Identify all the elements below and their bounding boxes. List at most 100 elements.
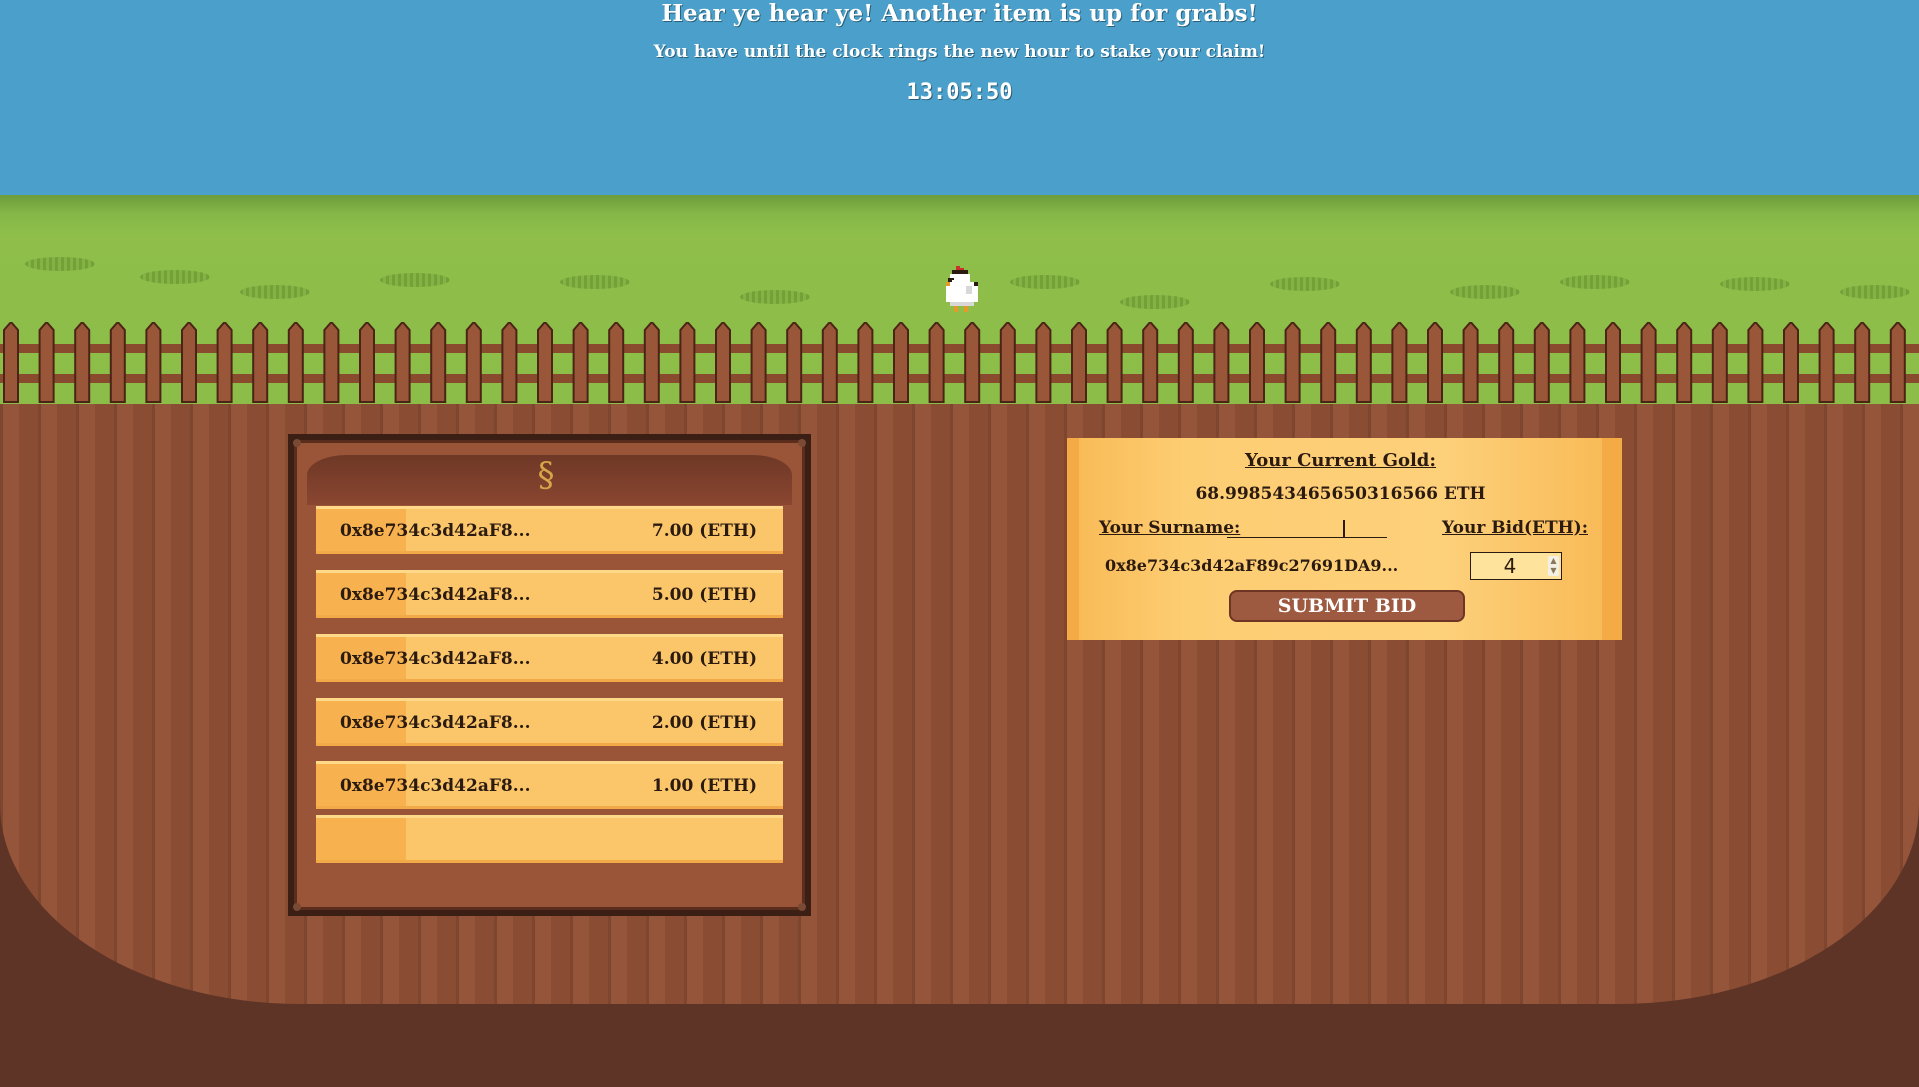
bid-amount: 1.00 (ETH) — [651, 776, 757, 796]
bolt-icon — [798, 439, 806, 447]
bid-amount: 7.00 (ETH) — [651, 521, 757, 541]
grass-tuft — [380, 273, 450, 287]
bid-row: 0x8e734c3d42aF8... 2.00 (ETH) — [316, 698, 783, 746]
fence-picket — [1249, 322, 1265, 403]
fence-picket — [750, 322, 767, 403]
fence-picket — [252, 322, 269, 403]
fence-picket — [1818, 322, 1835, 403]
bid-address: 0x8e734c3d42aF8... — [340, 713, 531, 733]
fence-picket — [3, 322, 19, 403]
bid-address: 0x8e734c3d42aF8... — [340, 585, 531, 605]
fence-picket — [1071, 322, 1087, 403]
bid-address: 0x8e734c3d42aF8... — [340, 649, 531, 669]
spinner-arrows-icon[interactable]: ▲ ▼ — [1548, 556, 1559, 576]
grass-tuft — [1270, 277, 1340, 291]
fence-picket — [465, 322, 482, 403]
current-gold-label: Your Current Gold: — [1244, 450, 1437, 471]
fence-picket — [572, 322, 589, 403]
fence-picket — [145, 322, 162, 403]
fence-picket — [1462, 322, 1479, 403]
fence-picket — [359, 322, 375, 403]
bid-row-empty — [316, 815, 783, 863]
fence-picket — [1213, 322, 1230, 403]
fence-picket — [430, 322, 447, 403]
fence-picket — [893, 322, 909, 403]
fence-picket — [1355, 322, 1372, 403]
fence-picket — [181, 322, 197, 403]
fence-picket — [1676, 322, 1693, 403]
fence-picket — [999, 322, 1016, 403]
fence-picket — [216, 322, 233, 403]
surname-value: 0x8e734c3d42aF89c27691DA9... — [1105, 556, 1399, 575]
sky-background — [0, 0, 1919, 210]
grass-tuft — [1560, 275, 1630, 289]
fence-picket — [1783, 322, 1799, 403]
auction-scene: Hear ye hear ye! Another item is up for … — [0, 0, 1919, 1087]
fence-picket — [1284, 322, 1301, 403]
bid-amount: 2.00 (ETH) — [651, 713, 757, 733]
grass-tuft — [740, 290, 810, 304]
wooden-fence — [0, 322, 1919, 403]
bid-row: 0x8e734c3d42aF8... 7.00 (ETH) — [316, 506, 783, 554]
grass-tuft — [1840, 285, 1910, 299]
fence-picket — [1391, 322, 1408, 403]
surname-field-line[interactable] — [1227, 537, 1387, 538]
fence-picket — [1035, 322, 1052, 403]
bid-address: 0x8e734c3d42aF8... — [340, 776, 531, 796]
fence-picket — [38, 322, 55, 403]
bid-leaderboard: § 0x8e734c3d42aF8... 7.00 (ETH) 0x8e734c… — [288, 434, 811, 916]
grass-tuft — [240, 285, 310, 299]
fence-picket — [1569, 322, 1586, 403]
scroll-ornament-icon: § — [537, 455, 555, 495]
grass-tuft — [560, 275, 630, 289]
fence-picket — [1889, 322, 1906, 403]
fence-picket — [537, 322, 553, 403]
text-cursor — [1343, 520, 1345, 538]
fence-picket — [287, 322, 304, 403]
chicken-icon — [946, 266, 978, 312]
bolt-icon — [293, 903, 301, 911]
fence-picket — [786, 322, 803, 403]
grass-tuft — [140, 270, 210, 284]
fence-picket — [608, 322, 625, 403]
fence-picket — [1320, 322, 1337, 403]
fence-picket — [1711, 322, 1728, 403]
grass-tuft — [1120, 295, 1190, 309]
fence-picket — [1177, 322, 1194, 403]
bid-form-scroll: Your Current Gold: 68.99854346565031656​… — [1067, 438, 1622, 640]
submit-bid-button[interactable]: SUBMIT BID — [1229, 590, 1465, 622]
grass-tuft — [1450, 285, 1520, 299]
fence-picket — [1605, 322, 1621, 403]
fence-picket — [74, 322, 91, 403]
fence-picket — [1427, 322, 1443, 403]
page-subtitle: You have until the clock rings the new h… — [653, 42, 1266, 62]
fence-picket — [1498, 322, 1515, 403]
current-gold-value: 68.99854346565031656​6 ETH — [1195, 484, 1486, 504]
fence-picket — [1533, 322, 1550, 403]
bolt-icon — [293, 439, 301, 447]
fence-picket — [715, 322, 731, 403]
fence-picket — [109, 322, 126, 403]
fence-picket — [1142, 322, 1159, 403]
grass-tuft — [1720, 277, 1790, 291]
fence-picket — [501, 322, 518, 403]
fence-picket — [1106, 322, 1123, 403]
bid-row: 0x8e734c3d42aF8... 4.00 (ETH) — [316, 634, 783, 682]
fence-picket — [1747, 322, 1764, 403]
page-title: Hear ye hear ye! Another item is up for … — [661, 0, 1258, 27]
bid-label: Your Bid(ETH): — [1442, 518, 1588, 538]
fence-picket — [857, 322, 874, 403]
fence-picket — [1854, 322, 1871, 403]
fence-picket — [821, 322, 838, 403]
grass-tuft — [25, 257, 95, 271]
bid-amount: 4.00 (ETH) — [651, 649, 757, 669]
fence-picket — [643, 322, 660, 403]
bid-row: 0x8e734c3d42aF8... 1.00 (ETH) — [316, 761, 783, 809]
countdown-clock: 13:05:50 — [906, 80, 1013, 105]
grass-tuft — [1010, 275, 1080, 289]
fence-picket — [964, 322, 981, 403]
surname-label: Your Surname: — [1099, 518, 1241, 538]
bolt-icon — [798, 903, 806, 911]
fence-picket — [679, 322, 696, 403]
bid-address: 0x8e734c3d42aF8... — [340, 521, 531, 541]
